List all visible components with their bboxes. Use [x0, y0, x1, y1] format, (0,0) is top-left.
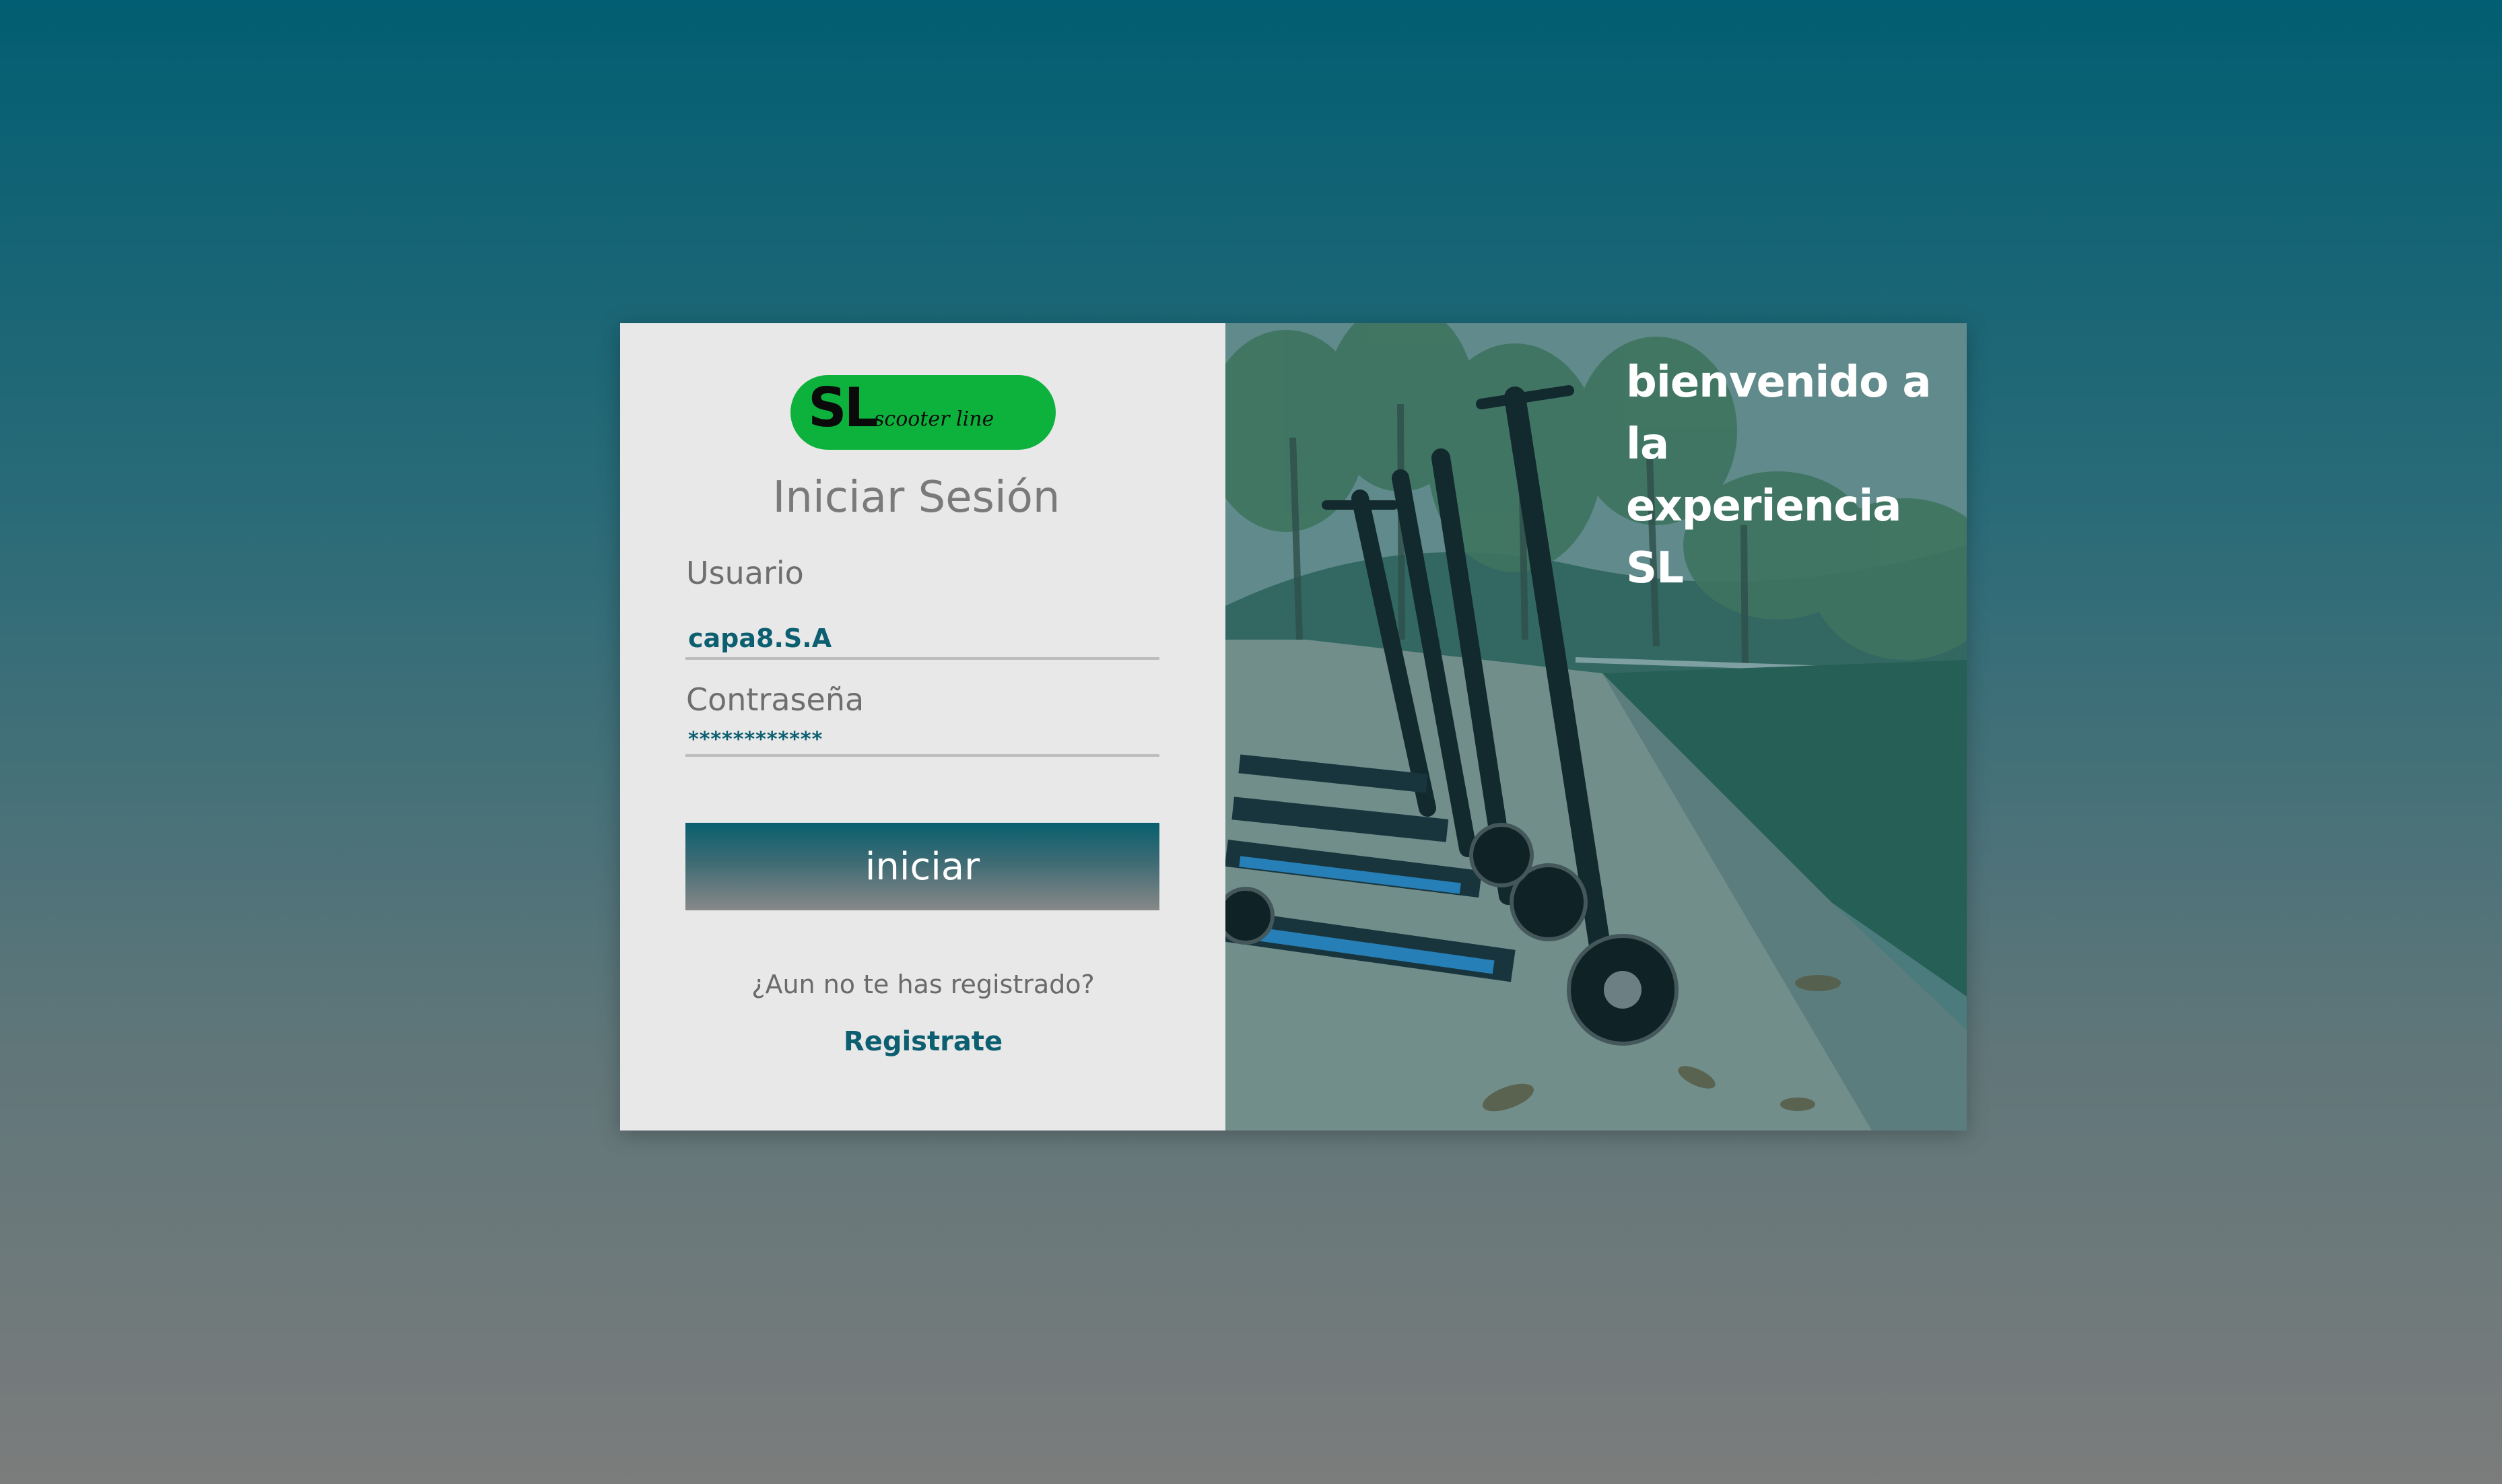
login-card: SL scooter line Iniciar Sesión Usuario C… [620, 323, 1967, 1131]
login-panel: SL scooter line Iniciar Sesión Usuario C… [620, 323, 1225, 1131]
register-link[interactable]: Registrate [620, 1026, 1226, 1057]
logo-main-text: SL [808, 376, 879, 439]
username-label: Usuario [686, 555, 804, 591]
logo-tagline: scooter line [874, 407, 994, 431]
login-title: Iniciar Sesión [772, 473, 1060, 522]
username-input[interactable] [685, 619, 1159, 660]
register-prompt: ¿Aun no te has registrado? [751, 970, 1095, 999]
hero-image-panel: bienvenido a la experiencia SL [1225, 323, 1967, 1131]
password-label: Contraseña [686, 681, 865, 718]
logo: SL scooter line [790, 375, 1056, 450]
welcome-text: bienvenido a la experiencia SL [1626, 358, 1932, 593]
login-button[interactable]: iniciar [685, 823, 1159, 910]
password-input[interactable] [685, 724, 1159, 757]
